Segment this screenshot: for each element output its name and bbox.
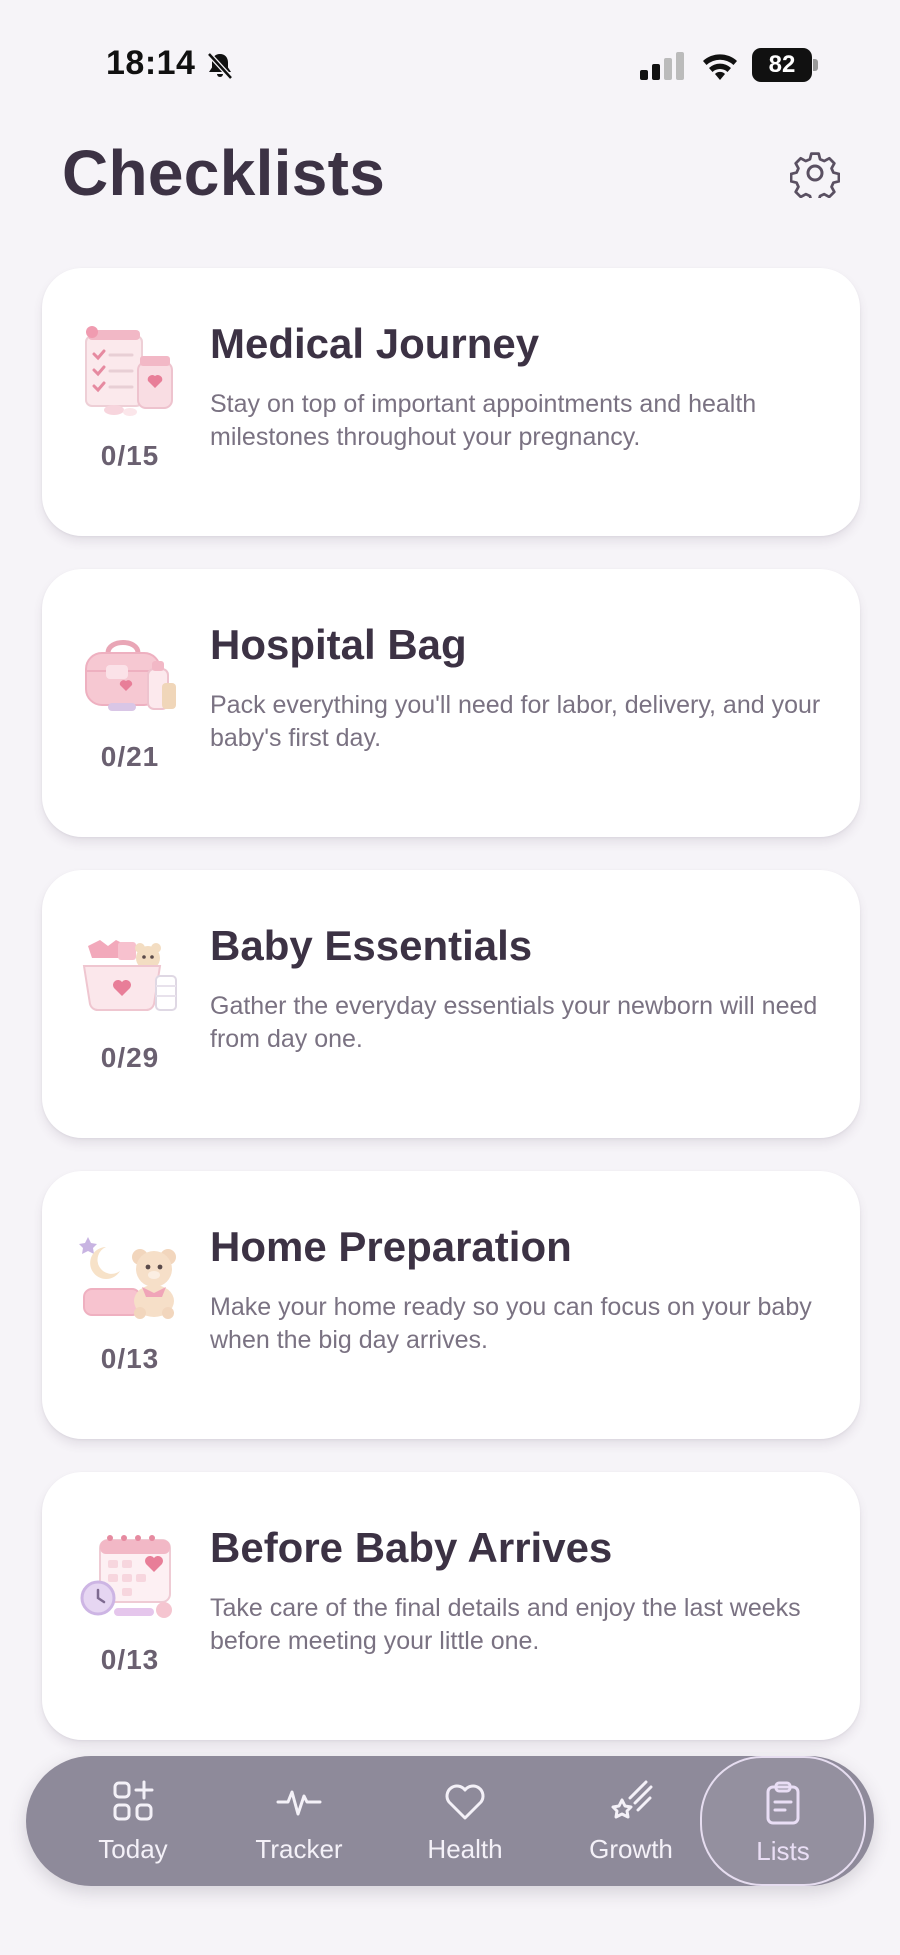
tab-label: Lists <box>756 1836 810 1866</box>
tab-label: Today <box>98 1834 168 1864</box>
hospital-bag-icon <box>85 640 176 711</box>
checklist-card-baby-essentials[interactable]: 0/29 Baby Essentials Gather the everyday… <box>42 870 860 1138</box>
checklist-title: Hospital Bag <box>210 621 467 668</box>
checklist-card-home-preparation[interactable]: 0/13 Home Preparation Make your home rea… <box>42 1171 860 1439</box>
checklist-description: Gather the everyday essentials your newb… <box>210 992 818 1053</box>
calendar-clock-icon <box>80 1535 172 1618</box>
cellular-signal-icon <box>640 52 684 80</box>
shooting-star-icon <box>611 1780 653 1819</box>
battery-cap <box>813 59 818 71</box>
checklist-title: Home Preparation <box>210 1223 572 1270</box>
baby-basket-icon <box>82 940 177 1011</box>
page-title: Checklists <box>62 137 386 209</box>
heart-icon <box>445 1784 485 1820</box>
tab-tracker[interactable]: Tracker <box>216 1756 382 1886</box>
grid-plus-icon <box>113 1780 154 1821</box>
checklist-description: Stay on top of important appointments an… <box>210 390 757 451</box>
bell-slash-icon <box>207 52 233 80</box>
checklist-description: Make your home ready so you can focus on… <box>210 1293 812 1354</box>
teddy-bear-icon <box>79 1237 176 1319</box>
clipboard-list-icon <box>766 1781 800 1825</box>
status-bar: 18:14 82 <box>0 0 900 120</box>
checklist-progress: 0/13 <box>100 1343 160 1374</box>
tab-lists[interactable]: Lists <box>700 1756 866 1886</box>
tab-label: Health <box>427 1834 503 1864</box>
checklist-progress: 0/15 <box>100 440 160 471</box>
checklist-progress: 0/21 <box>100 741 160 772</box>
status-time: 18:14 <box>106 44 196 82</box>
medical-clipboard-icon <box>85 326 173 416</box>
checklist-description: Pack everything you'll need for labor, d… <box>210 691 821 752</box>
tab-health[interactable]: Health <box>382 1756 548 1886</box>
battery-icon: 82 <box>752 48 818 82</box>
wifi-icon <box>703 54 737 80</box>
tab-label: Tracker <box>255 1834 343 1864</box>
tab-bar: Today Tracker Health Growth Lists <box>26 1756 874 1886</box>
tab-growth[interactable]: Growth <box>548 1756 714 1886</box>
checklist-progress: 0/13 <box>100 1644 160 1675</box>
checklist-description: Take care of the final details and enjoy… <box>210 1594 801 1655</box>
checklist-title: Baby Essentials <box>210 922 533 969</box>
tab-label: Growth <box>589 1834 673 1864</box>
checklist-card-before-baby-arrives[interactable]: 0/13 Before Baby Arrives Take care of th… <box>42 1472 860 1740</box>
checklist-progress: 0/29 <box>100 1042 160 1073</box>
checklist-title: Before Baby Arrives <box>210 1524 613 1571</box>
tab-today[interactable]: Today <box>50 1756 216 1886</box>
checklist-title: Medical Journey <box>210 320 540 367</box>
checklist-card-medical-journey[interactable]: 0/15 Medical Journey Stay on top of impo… <box>42 268 860 536</box>
pulse-icon <box>276 1790 322 1816</box>
battery-level: 82 <box>752 48 812 82</box>
gear-icon[interactable] <box>790 148 840 198</box>
checklist-card-hospital-bag[interactable]: 0/21 Hospital Bag Pack everything you'll… <box>42 569 860 837</box>
